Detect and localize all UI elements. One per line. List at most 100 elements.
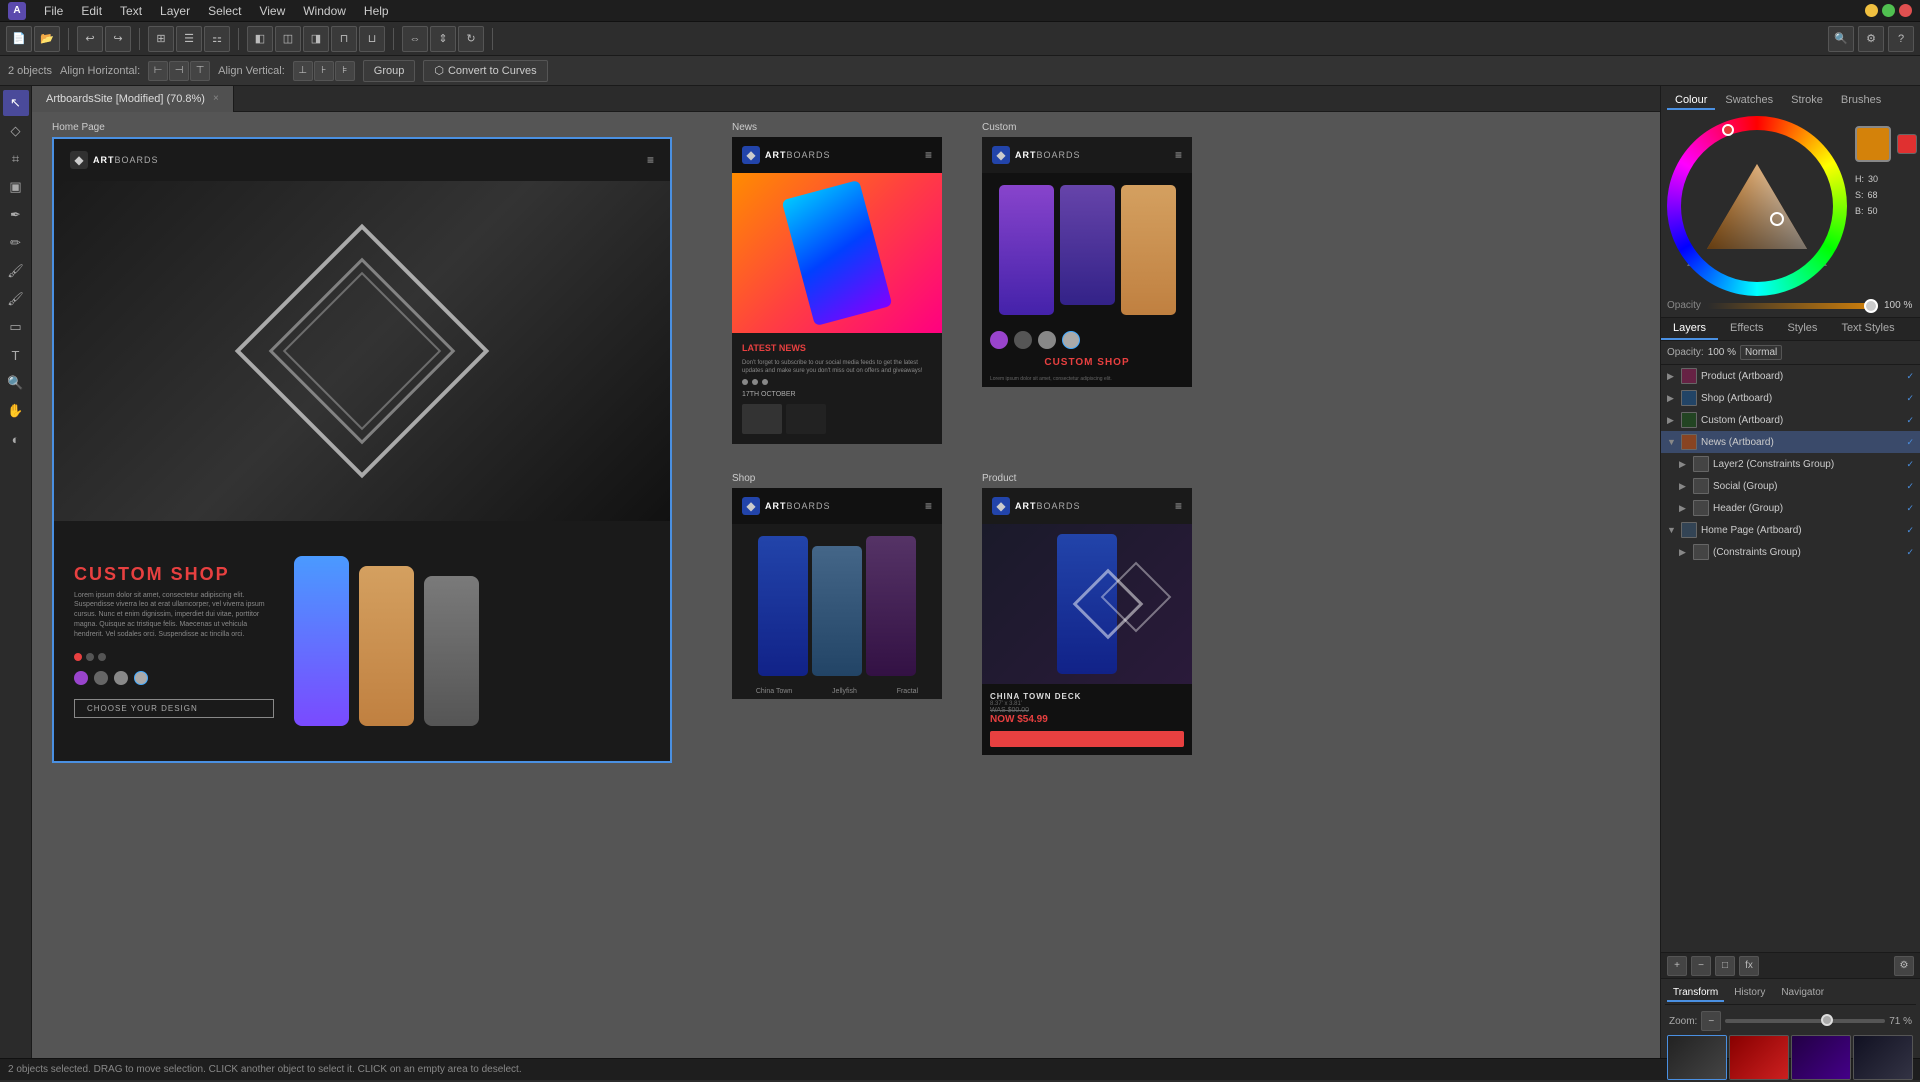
- custom-menu-icon[interactable]: ≡: [1175, 148, 1182, 162]
- menu-select[interactable]: Select: [208, 4, 241, 18]
- layer-delete-btn[interactable]: −: [1691, 956, 1711, 976]
- artboard-product[interactable]: Product ◆ ARTBOARDS ≡: [982, 473, 1212, 763]
- settings-btn[interactable]: ⚙: [1858, 26, 1884, 52]
- align-v-top-btn[interactable]: ⊥: [293, 61, 313, 81]
- menu-layer[interactable]: Layer: [160, 4, 190, 18]
- layer-vis-constraints[interactable]: ✓: [1906, 547, 1914, 558]
- layer-layer2[interactable]: ▶ Layer2 (Constraints Group) ✓: [1673, 453, 1920, 475]
- columns-button[interactable]: ☰: [176, 26, 202, 52]
- shape-tool[interactable]: ▭: [3, 314, 29, 340]
- pencil-tool[interactable]: ✏: [3, 230, 29, 256]
- menu-window[interactable]: Window: [303, 4, 346, 18]
- menu-file[interactable]: File: [44, 4, 63, 18]
- layer-vis-header[interactable]: ✓: [1906, 503, 1914, 514]
- menu-view[interactable]: View: [259, 4, 285, 18]
- document-tab[interactable]: ArtboardsSite [Modified] (70.8%) ×: [32, 86, 234, 112]
- align-right-btn[interactable]: ◨: [303, 26, 329, 52]
- redo-button[interactable]: ↪: [105, 26, 131, 52]
- styles-tab[interactable]: Styles: [1775, 318, 1829, 340]
- colour-tab[interactable]: Colour: [1667, 92, 1715, 110]
- thumb-4[interactable]: [1853, 1035, 1913, 1080]
- swatches-tab[interactable]: Swatches: [1717, 92, 1781, 110]
- fill-tool[interactable]: ▣: [3, 174, 29, 200]
- layer-social[interactable]: ▶ Social (Group) ✓: [1673, 475, 1920, 497]
- help-btn[interactable]: ?: [1888, 26, 1914, 52]
- brush-tool[interactable]: 🖌: [3, 258, 29, 284]
- thumb-2[interactable]: [1729, 1035, 1789, 1080]
- menu-help[interactable]: Help: [364, 4, 389, 18]
- thumb-1[interactable]: [1667, 1035, 1727, 1080]
- choose-design-button[interactable]: CHOOSE YOUR DESIGN: [74, 699, 274, 718]
- effects-tab[interactable]: Effects: [1718, 318, 1775, 340]
- align-top-btn[interactable]: ⊓: [331, 26, 357, 52]
- artboard-news[interactable]: News ◆ ARTBOARDS ≡: [732, 122, 962, 453]
- layer-add-btn[interactable]: +: [1667, 956, 1687, 976]
- layer-vis-news[interactable]: ✓: [1906, 437, 1914, 448]
- grid-button[interactable]: ⊞: [148, 26, 174, 52]
- layer-vis-layer2[interactable]: ✓: [1906, 459, 1914, 470]
- layer-vis-custom[interactable]: ✓: [1906, 415, 1914, 426]
- zoom-slider[interactable]: [1725, 1019, 1885, 1023]
- zoom-handle[interactable]: [1821, 1014, 1833, 1026]
- layer-constraints[interactable]: ▶ (Constraints Group) ✓: [1673, 541, 1920, 563]
- align-v-bottom-btn[interactable]: ⊧: [335, 61, 355, 81]
- transform-tab[interactable]: Transform: [1667, 985, 1724, 1002]
- background-colour[interactable]: [1897, 134, 1917, 154]
- canvas-viewport[interactable]: Home Page ◆ ARTBOARDS ≡: [32, 112, 1660, 1058]
- menu-edit[interactable]: Edit: [81, 4, 102, 18]
- rotate-btn[interactable]: ↻: [458, 26, 484, 52]
- navigator-tab[interactable]: Navigator: [1775, 985, 1830, 1002]
- rows-button[interactable]: ⚏: [204, 26, 230, 52]
- align-h-center-btn[interactable]: ⊣: [169, 61, 189, 81]
- artboard-home[interactable]: Home Page ◆ ARTBOARDS ≡: [52, 122, 712, 763]
- new-button[interactable]: 📄: [6, 26, 32, 52]
- close-button[interactable]: [1899, 4, 1912, 17]
- select-tool[interactable]: ↖: [3, 90, 29, 116]
- history-tab[interactable]: History: [1728, 985, 1771, 1002]
- layer-fx-btn[interactable]: fx: [1739, 956, 1759, 976]
- thumb-3[interactable]: [1791, 1035, 1851, 1080]
- layer-vis-social[interactable]: ✓: [1906, 481, 1914, 492]
- group-button[interactable]: Group: [363, 60, 416, 82]
- layer-custom[interactable]: ▶ Custom (Artboard) ✓: [1661, 409, 1920, 431]
- layer-news[interactable]: ▼ News (Artboard) ✓: [1661, 431, 1920, 453]
- maximize-button[interactable]: [1882, 4, 1895, 17]
- layer-vis-shop[interactable]: ✓: [1906, 393, 1914, 404]
- zoom-tool[interactable]: 🔍: [3, 370, 29, 396]
- product-menu-icon[interactable]: ≡: [1175, 499, 1182, 513]
- search-btn[interactable]: 🔍: [1828, 26, 1854, 52]
- foreground-colour[interactable]: [1855, 126, 1891, 162]
- layer-vis-product[interactable]: ✓: [1906, 371, 1914, 382]
- zoom-out-btn[interactable]: −: [1701, 1011, 1721, 1031]
- artboard-shop[interactable]: Shop ◆ ARTBOARDS ≡: [732, 473, 962, 763]
- opacity-slider[interactable]: [1707, 303, 1878, 309]
- news-menu-icon[interactable]: ≡: [925, 148, 932, 162]
- flip-v-btn[interactable]: ⇕: [430, 26, 456, 52]
- layer-header[interactable]: ▶ Header (Group) ✓: [1673, 497, 1920, 519]
- layer-group-btn[interactable]: □: [1715, 956, 1735, 976]
- text-styles-tab[interactable]: Text Styles: [1829, 318, 1906, 340]
- hand-tool[interactable]: ✋: [3, 398, 29, 424]
- layer-shop[interactable]: ▶ Shop (Artboard) ✓: [1661, 387, 1920, 409]
- align-v-center-btn[interactable]: ⊦: [314, 61, 334, 81]
- tab-close-btn[interactable]: ×: [213, 93, 219, 104]
- artboard-custom[interactable]: Custom ◆ ARTBOARDS ≡: [982, 122, 1212, 453]
- opacity-handle[interactable]: [1864, 299, 1878, 313]
- layer-settings-btn[interactable]: ⚙: [1894, 956, 1914, 976]
- gradient-tool[interactable]: ◐: [3, 426, 29, 452]
- layer-vis-homepage[interactable]: ✓: [1906, 525, 1914, 536]
- align-h-left-btn[interactable]: ⊢: [148, 61, 168, 81]
- product-buy-btn[interactable]: [990, 731, 1184, 747]
- shop-menu-icon[interactable]: ≡: [925, 499, 932, 513]
- layer-product[interactable]: ▶ Product (Artboard) ✓: [1661, 365, 1920, 387]
- open-button[interactable]: 📂: [34, 26, 60, 52]
- align-bottom-btn[interactable]: ⊔: [359, 26, 385, 52]
- layers-tab[interactable]: Layers: [1661, 318, 1718, 340]
- menu-text[interactable]: Text: [120, 4, 142, 18]
- convert-curves-button[interactable]: ⬡ Convert to Curves: [423, 60, 547, 82]
- undo-button[interactable]: ↩: [77, 26, 103, 52]
- node-tool[interactable]: ◇: [3, 118, 29, 144]
- minimize-button[interactable]: [1865, 4, 1878, 17]
- brushes-tab[interactable]: Brushes: [1833, 92, 1889, 110]
- align-h-right-btn[interactable]: ⊤: [190, 61, 210, 81]
